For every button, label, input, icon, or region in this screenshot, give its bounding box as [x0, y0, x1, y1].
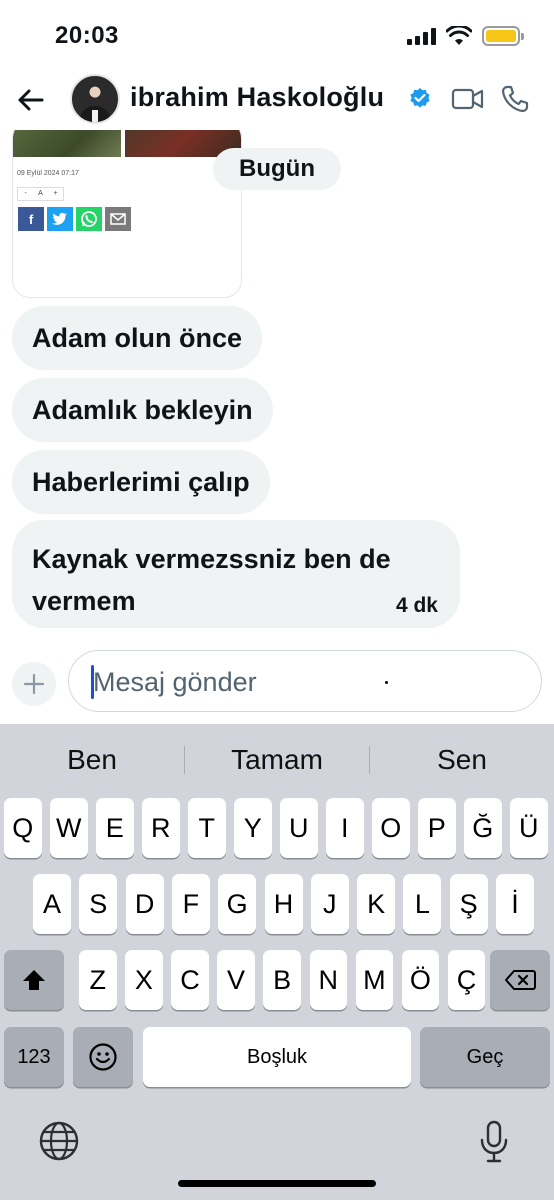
key-s[interactable]: S: [79, 874, 118, 934]
key-h[interactable]: H: [264, 874, 303, 934]
message-text: Kaynak vermezssniz ben de vermem: [32, 544, 391, 616]
shared-link-card[interactable]: 09 Eylül 2024 07:17 - A + f: [12, 130, 242, 298]
key-ö[interactable]: Ö: [401, 950, 440, 1010]
key-j[interactable]: J: [310, 874, 349, 934]
key-a[interactable]: A: [33, 874, 71, 934]
conversation-header: ibrahim Haskoloğlu: [0, 70, 554, 130]
shift-key[interactable]: [4, 950, 64, 1010]
key-ü[interactable]: Ü: [510, 798, 548, 858]
suggestion-2[interactable]: Tamam: [192, 738, 362, 782]
shift-arrow-icon: [23, 970, 45, 990]
message-input[interactable]: Mesaj gönder: [68, 650, 542, 712]
key-u[interactable]: U: [280, 798, 318, 858]
key-c[interactable]: C: [171, 950, 209, 1010]
font-increase: +: [53, 190, 58, 197]
suggestion-1[interactable]: Ben: [7, 738, 177, 782]
key-b[interactable]: B: [263, 950, 301, 1010]
message-input-placeholder: Mesaj gönder: [93, 667, 257, 697]
key-i̇[interactable]: İ: [496, 874, 534, 934]
message-bubble[interactable]: Haberlerimi çalıp: [12, 450, 270, 514]
return-key[interactable]: Geç: [420, 1027, 550, 1087]
space-key[interactable]: Boşluk: [143, 1027, 411, 1087]
onscreen-keyboard: Ben Tamam Sen 123 Boşluk Geç QWERTYUIOPĞ…: [0, 724, 554, 1200]
back-arrow-icon: [18, 89, 44, 111]
message-bubble[interactable]: Adamlık bekleyin: [12, 378, 273, 442]
numbers-key[interactable]: 123: [4, 1027, 64, 1087]
key-p[interactable]: P: [418, 798, 456, 858]
key-e[interactable]: E: [96, 798, 134, 858]
key-x[interactable]: X: [125, 950, 163, 1010]
status-bar: 20:03: [0, 0, 554, 70]
message-composer: Mesaj gönder: [0, 640, 554, 724]
backspace-icon: [505, 970, 536, 990]
key-r[interactable]: R: [142, 798, 180, 858]
status-icons: [407, 26, 524, 46]
battery-icon: [482, 26, 524, 46]
contact-name[interactable]: ibrahim Haskoloğlu: [130, 82, 384, 113]
battery-level: [486, 30, 516, 42]
backspace-key[interactable]: [490, 950, 550, 1010]
key-y[interactable]: Y: [234, 798, 272, 858]
key-f[interactable]: F: [171, 874, 210, 934]
globe-icon[interactable]: [38, 1120, 80, 1162]
key-l[interactable]: L: [403, 874, 442, 934]
message-bubble[interactable]: Adam olun önce: [12, 306, 263, 370]
avatar[interactable]: [70, 74, 120, 124]
phone-icon[interactable]: [500, 84, 530, 114]
key-v[interactable]: V: [217, 950, 255, 1010]
key-k[interactable]: K: [357, 874, 396, 934]
home-indicator[interactable]: [178, 1180, 376, 1187]
font-size-controls: - A +: [17, 187, 64, 201]
video-call-icon[interactable]: [451, 86, 485, 112]
add-media-button[interactable]: [12, 662, 56, 706]
suggestion-bar: Ben Tamam Sen: [0, 738, 554, 782]
key-z[interactable]: Z: [79, 950, 117, 1010]
font-decrease: -: [24, 190, 27, 197]
key-w[interactable]: W: [50, 798, 88, 858]
share-buttons: f: [18, 207, 131, 231]
whatsapp-icon: [76, 207, 102, 231]
key-ç[interactable]: Ç: [447, 950, 486, 1010]
plus-icon: [23, 673, 45, 695]
chat-thread: 09 Eylül 2024 07:17 - A + f Bugün Adam o…: [0, 130, 554, 640]
key-n[interactable]: N: [309, 950, 347, 1010]
key-i[interactable]: I: [326, 798, 364, 858]
facebook-icon: f: [18, 207, 44, 231]
key-q[interactable]: Q: [4, 798, 42, 858]
date-separator: Bugün: [213, 148, 341, 190]
key-g[interactable]: G: [218, 874, 257, 934]
card-image: [13, 130, 241, 157]
text-caret: [91, 665, 94, 699]
email-icon: [105, 207, 131, 231]
key-d[interactable]: D: [125, 874, 164, 934]
card-date: 09 Eylül 2024 07:17: [17, 170, 79, 177]
emoji-key[interactable]: [73, 1027, 133, 1087]
message-bubble[interactable]: Kaynak vermezssniz ben de vermem 4 dk: [12, 520, 460, 628]
microphone-icon[interactable]: [478, 1120, 510, 1164]
twitter-icon: [47, 207, 73, 231]
wifi-icon: [446, 26, 472, 45]
key-o[interactable]: O: [372, 798, 410, 858]
cellular-signal-icon: [407, 27, 436, 45]
emoji-icon: [89, 1043, 117, 1071]
status-time: 20:03: [55, 22, 119, 49]
key-ğ[interactable]: Ğ: [464, 798, 502, 858]
key-ş[interactable]: Ş: [449, 874, 488, 934]
verified-badge-icon: [410, 88, 430, 108]
message-timestamp: 4 dk: [395, 594, 438, 617]
suggestion-3[interactable]: Sen: [377, 738, 547, 782]
back-button[interactable]: [12, 82, 48, 118]
key-t[interactable]: T: [188, 798, 226, 858]
key-m[interactable]: M: [355, 950, 394, 1010]
font-reset: A: [38, 190, 43, 197]
